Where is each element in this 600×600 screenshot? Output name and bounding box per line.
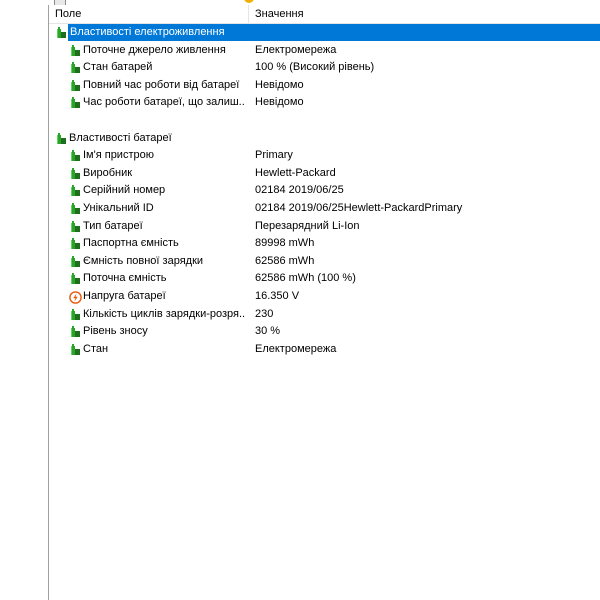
property-value: Невідомо — [255, 96, 304, 109]
group-row[interactable]: Властивості електроживлення — [49, 24, 600, 42]
table-row[interactable]: Поточне джерело живлення Електромережа — [49, 42, 600, 60]
group-label: Властивості батареї — [69, 131, 172, 144]
property-label: Паспортна ємність — [83, 237, 179, 250]
battery-icon — [69, 62, 82, 74]
property-value: 16.350 V — [255, 289, 300, 302]
table-row[interactable]: Ємність повної зарядки 62586 mWh — [49, 253, 600, 271]
property-value: 30 % — [255, 325, 281, 338]
property-value: Електромережа — [255, 342, 337, 355]
battery-icon — [69, 97, 82, 109]
property-label: Повний час роботи від батареї — [83, 78, 240, 91]
table-row[interactable]: Виробник Hewlett-Packard — [49, 165, 600, 183]
properties-list[interactable]: Поле Значення Властивості електроживленн… — [48, 5, 600, 600]
group-label: Властивості електроживлення — [70, 26, 225, 38]
window: Поле Значення Властивості електроживленн… — [0, 0, 600, 600]
property-value: 62586 mWh — [255, 254, 315, 267]
table-row[interactable]: Стан батарей 100 % (Високий рівень) — [49, 59, 600, 77]
battery-icon — [69, 343, 82, 356]
battery-icon — [69, 79, 82, 92]
table-row[interactable]: Тип батареї Перезарядний Li-Ion — [49, 218, 600, 236]
property-label: Ємність повної зарядки — [83, 254, 204, 267]
property-value: Перезарядний Li-Ion — [255, 219, 360, 232]
spacer-row — [49, 112, 600, 130]
property-label: Напруга батареї — [83, 289, 166, 302]
property-label: Виробник — [83, 166, 133, 179]
battery-icon — [69, 185, 82, 197]
property-value: 230 — [255, 307, 274, 320]
property-label: Рівень зносу — [83, 325, 148, 338]
property-value: 02184 2019/06/25 — [255, 184, 344, 197]
property-value: Hewlett-Packard — [255, 166, 336, 179]
table-row[interactable]: Повний час роботи від батареї Невідомо — [49, 77, 600, 95]
battery-icon — [69, 273, 82, 285]
table-row[interactable]: Час роботи батареї, що залиш... Невідомо — [49, 94, 600, 112]
voltage-icon — [69, 291, 82, 304]
property-label: Кількість циклів зарядки-розря... — [83, 307, 245, 320]
property-label: Час роботи батареї, що залиш... — [83, 96, 245, 109]
battery-icon — [55, 132, 68, 145]
column-header-value[interactable]: Значення — [249, 5, 600, 23]
property-label: Унікальний ID — [83, 201, 154, 214]
battery-icon — [69, 326, 82, 338]
property-value: 02184 2019/06/25Hewlett-PackardPrimary — [255, 201, 463, 214]
battery-icon — [69, 202, 82, 215]
table-row[interactable]: Напруга батареї 16.350 V — [49, 288, 600, 306]
property-label: Стан батарей — [83, 61, 153, 74]
property-value: 89998 mWh — [255, 237, 315, 250]
battery-icon — [69, 308, 82, 321]
property-value: 62586 mWh (100 %) — [255, 272, 356, 285]
battery-icon — [69, 167, 82, 180]
table-row[interactable]: Ім'я пристрою Primary — [49, 147, 600, 165]
table-row[interactable]: Стан Електромережа — [49, 341, 600, 359]
toolbar-status-icon[interactable] — [244, 0, 254, 3]
property-label: Поточна ємність — [83, 272, 167, 285]
property-value: 100 % (Високий рівень) — [255, 61, 375, 74]
property-label: Поточне джерело живлення — [83, 43, 226, 56]
group-row[interactable]: Властивості батареї — [49, 130, 600, 148]
list-rows: Властивості електроживлення Поточне джере… — [49, 24, 600, 358]
property-value: Primary — [255, 149, 293, 162]
battery-icon — [69, 150, 82, 162]
battery-icon — [69, 220, 82, 233]
property-value: Невідомо — [255, 78, 304, 91]
table-row[interactable]: Кількість циклів зарядки-розря... 230 — [49, 306, 600, 324]
table-row[interactable]: Рівень зносу 30 % — [49, 323, 600, 341]
table-row[interactable]: Паспортна ємність 89998 mWh — [49, 235, 600, 253]
property-label: Серійний номер — [83, 184, 166, 197]
property-label: Ім'я пристрою — [83, 149, 154, 162]
table-row[interactable]: Серійний номер 02184 2019/06/25 — [49, 182, 600, 200]
column-header-field[interactable]: Поле — [49, 5, 249, 23]
battery-icon — [69, 255, 82, 268]
table-row[interactable]: Унікальний ID 02184 2019/06/25Hewlett-Pac… — [49, 200, 600, 218]
property-label: Тип батареї — [83, 219, 143, 232]
battery-icon — [69, 238, 82, 250]
property-label: Стан — [83, 342, 109, 355]
battery-icon — [69, 44, 82, 57]
table-row[interactable]: Поточна ємність 62586 mWh (100 %) — [49, 270, 600, 288]
battery-icon — [55, 27, 68, 39]
list-header: Поле Значення — [49, 5, 600, 24]
property-value: Електромережа — [255, 43, 337, 56]
